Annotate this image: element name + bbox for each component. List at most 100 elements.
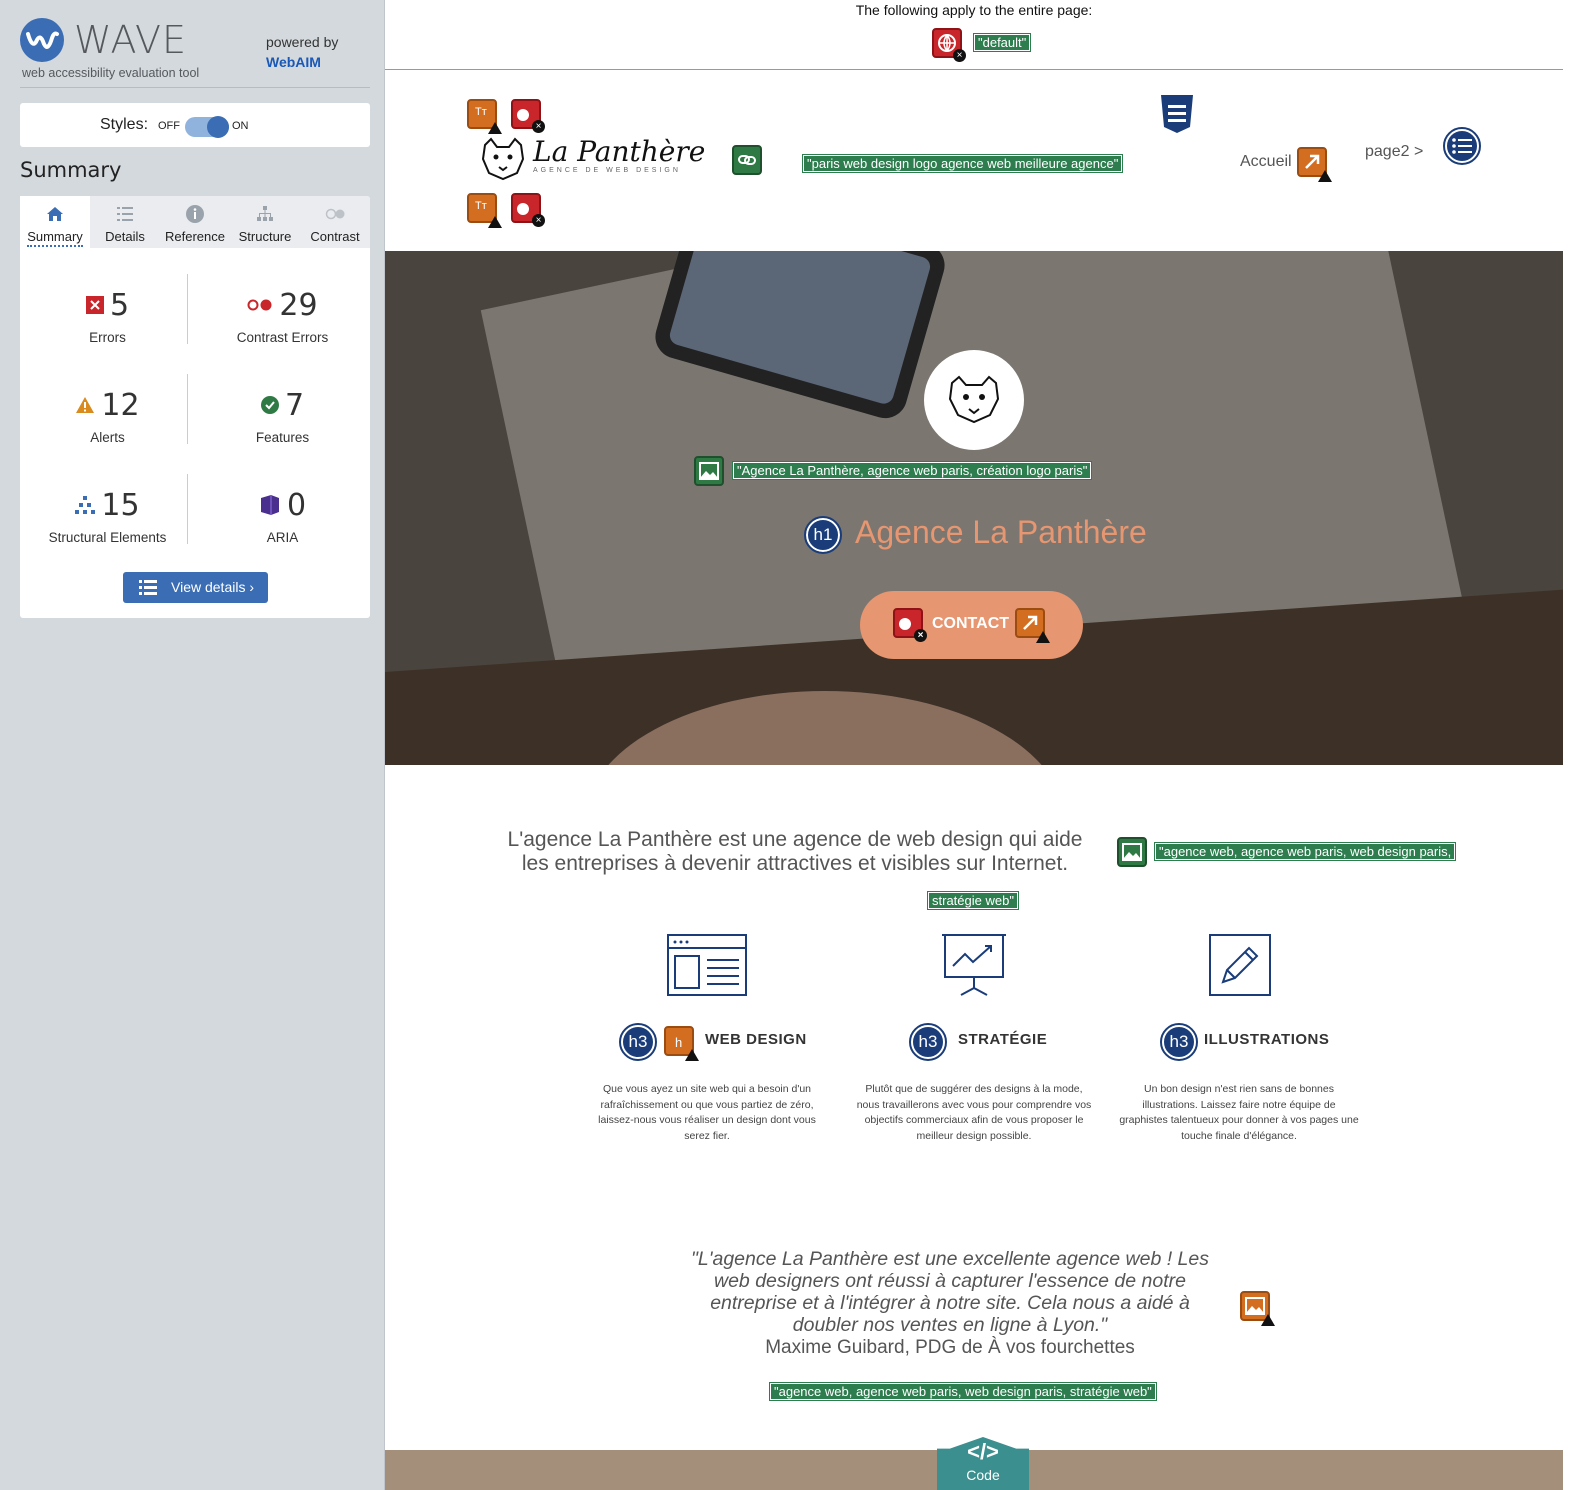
hero-alt-tag[interactable]: "Agence La Panthère, agence web paris, c…: [731, 461, 1093, 480]
text-alert-icon[interactable]: Tт: [467, 193, 502, 228]
home-icon: [47, 207, 63, 221]
list-icon: [139, 580, 157, 595]
intro-text: L'agence La Panthère est une agence de w…: [485, 828, 1105, 876]
language-error-icon[interactable]: ×: [932, 28, 966, 62]
image-icon: [699, 462, 719, 480]
stat-errors[interactable]: 5 Errors: [20, 248, 195, 348]
contrast-error-icon[interactable]: ×: [511, 99, 545, 133]
structural-count: 15: [101, 488, 140, 523]
structure-icon: [257, 206, 273, 221]
aria-label: ARIA: [266, 530, 299, 545]
panther-logo-icon: [948, 375, 1000, 424]
testimonial-quote: "L'agence La Panthère est une excellente…: [685, 1248, 1215, 1336]
list-icon: [117, 207, 133, 221]
quote-line-4: doubler nos ventes en ligne à Lyon.": [792, 1314, 1108, 1336]
tab-reference-label: Reference: [165, 229, 225, 244]
linked-image-feature-icon[interactable]: [732, 145, 762, 175]
service-title-web-design: WEB DESIGN: [705, 1031, 807, 1048]
contrast-error-icon[interactable]: ×: [893, 608, 927, 642]
quote-line-2: web designers ont réussi à capturer l'es…: [714, 1270, 1186, 1292]
image-alt-feature-icon[interactable]: [1117, 837, 1147, 867]
h3-structure-icon[interactable]: h3: [619, 1023, 657, 1061]
panther-logo-icon: [481, 137, 525, 181]
hero-title: Agence La Panthère: [855, 514, 1147, 550]
info-icon: [186, 205, 204, 223]
h3-structure-icon[interactable]: h3: [1160, 1023, 1198, 1061]
contrast-error-icon[interactable]: ×: [511, 193, 545, 227]
image-alt-feature-icon[interactable]: [694, 456, 724, 486]
view-details-button[interactable]: View details ›: [123, 572, 268, 603]
text-alert-icon[interactable]: Tт: [467, 99, 502, 134]
tab-summary[interactable]: Summary: [20, 196, 90, 248]
tab-contrast[interactable]: Contrast: [300, 196, 370, 248]
intro-alt-tag[interactable]: "agence web, agence web paris, web desig…: [1153, 842, 1457, 861]
toggle-knob: [207, 116, 229, 138]
wave-brand: WAVE web accessibility evaluation tool p…: [20, 16, 370, 88]
unordered-list-icon: [1452, 138, 1472, 154]
tab-structure[interactable]: Structure: [230, 196, 300, 248]
html5-icon: [1161, 95, 1193, 133]
nav-link-accueil[interactable]: Accueil: [1240, 153, 1292, 171]
redundant-link-alert-icon[interactable]: [1015, 608, 1050, 643]
code-toggle-button[interactable]: </> Code: [937, 1437, 1029, 1490]
stat-alerts[interactable]: 12 Alerts: [20, 348, 195, 448]
error-icon: [85, 295, 104, 314]
styles-on-label: ON: [232, 120, 249, 132]
error-badge-icon: ×: [953, 49, 966, 62]
feature-icon: [260, 395, 279, 414]
quote-alt-tag[interactable]: "agence web, agence web paris, web desig…: [769, 1382, 1157, 1401]
styles-toggle[interactable]: [185, 116, 229, 138]
structure-icon: [75, 495, 96, 514]
pencil-box-icon: [1209, 934, 1271, 996]
code-icon: </>: [967, 1439, 999, 1464]
stat-structural[interactable]: 15 Structural Elements: [20, 448, 195, 548]
skipped-heading-alert-icon[interactable]: h: [664, 1026, 699, 1061]
tab-bar: Summary Details Reference Structure Cont…: [20, 196, 370, 248]
intro-alt-tag-continued[interactable]: stratégie web": [927, 891, 1019, 910]
nav-link-page2[interactable]: page2 >: [1365, 143, 1423, 161]
stat-contrast-errors[interactable]: 29 Contrast Errors: [195, 248, 370, 348]
contrast-error-icon: [247, 299, 272, 310]
webaim-link[interactable]: WebAIM: [266, 52, 338, 72]
h3-structure-icon[interactable]: h3: [909, 1023, 947, 1061]
lang-feature-tag[interactable]: "default": [972, 33, 1032, 52]
image-alert-icon[interactable]: [1240, 1291, 1275, 1326]
aria-icon: [260, 494, 279, 515]
wave-name: WAVE: [74, 18, 188, 62]
site-logo-title[interactable]: La Panthère: [533, 135, 705, 168]
alerts-label: Alerts: [90, 430, 125, 445]
page-notice-bar: The following apply to the entire page: …: [385, 0, 1563, 70]
tab-structure-label: Structure: [238, 229, 292, 244]
tab-details[interactable]: Details: [90, 196, 160, 248]
tab-details-label: Details: [105, 229, 145, 244]
hero-logo-avatar: [924, 350, 1024, 450]
h1-structure-icon[interactable]: h1: [804, 516, 842, 554]
styles-toggle-box: Styles: OFF ON: [20, 103, 370, 147]
contrast-icon: [325, 208, 345, 220]
alert-badge-icon: [1261, 1314, 1275, 1326]
service-desc-strategie: Plutôt que de suggérer des designs à la …: [856, 1083, 1092, 1142]
stat-features[interactable]: 7 Features: [195, 348, 370, 448]
structural-label: Structural Elements: [48, 530, 167, 545]
powered-by: powered by WebAIM: [266, 32, 338, 72]
wave-sidebar: WAVE web accessibility evaluation tool p…: [0, 0, 385, 1490]
summary-panel: Summary Details Reference Structure Cont…: [20, 196, 370, 618]
tab-reference[interactable]: Reference: [160, 196, 230, 248]
testimonial-author: Maxime Guibard, PDG de À vos fourchettes: [765, 1337, 1135, 1358]
contact-button[interactable]: × CONTACT: [860, 591, 1083, 659]
wave-app: WAVE web accessibility evaluation tool p…: [0, 0, 1570, 1490]
image-icon: [1122, 843, 1142, 861]
tab-summary-label: Summary: [27, 229, 83, 247]
logo-alt-tag[interactable]: "paris web design logo agence web meille…: [801, 154, 1124, 173]
alert-badge-icon: [1318, 170, 1332, 182]
alert-icon: [76, 396, 95, 413]
summary-heading: Summary: [20, 158, 122, 182]
redundant-link-alert-icon[interactable]: [1297, 147, 1332, 182]
features-count: 7: [284, 388, 305, 423]
aria-count: 0: [286, 488, 307, 523]
list-structure-icon[interactable]: [1443, 127, 1481, 165]
features-label: Features: [255, 430, 310, 445]
page-notice-text: The following apply to the entire page:: [855, 2, 1093, 18]
stat-aria[interactable]: 0 ARIA: [195, 448, 370, 548]
service-title-strategie: STRATÉGIE: [958, 1031, 1048, 1048]
